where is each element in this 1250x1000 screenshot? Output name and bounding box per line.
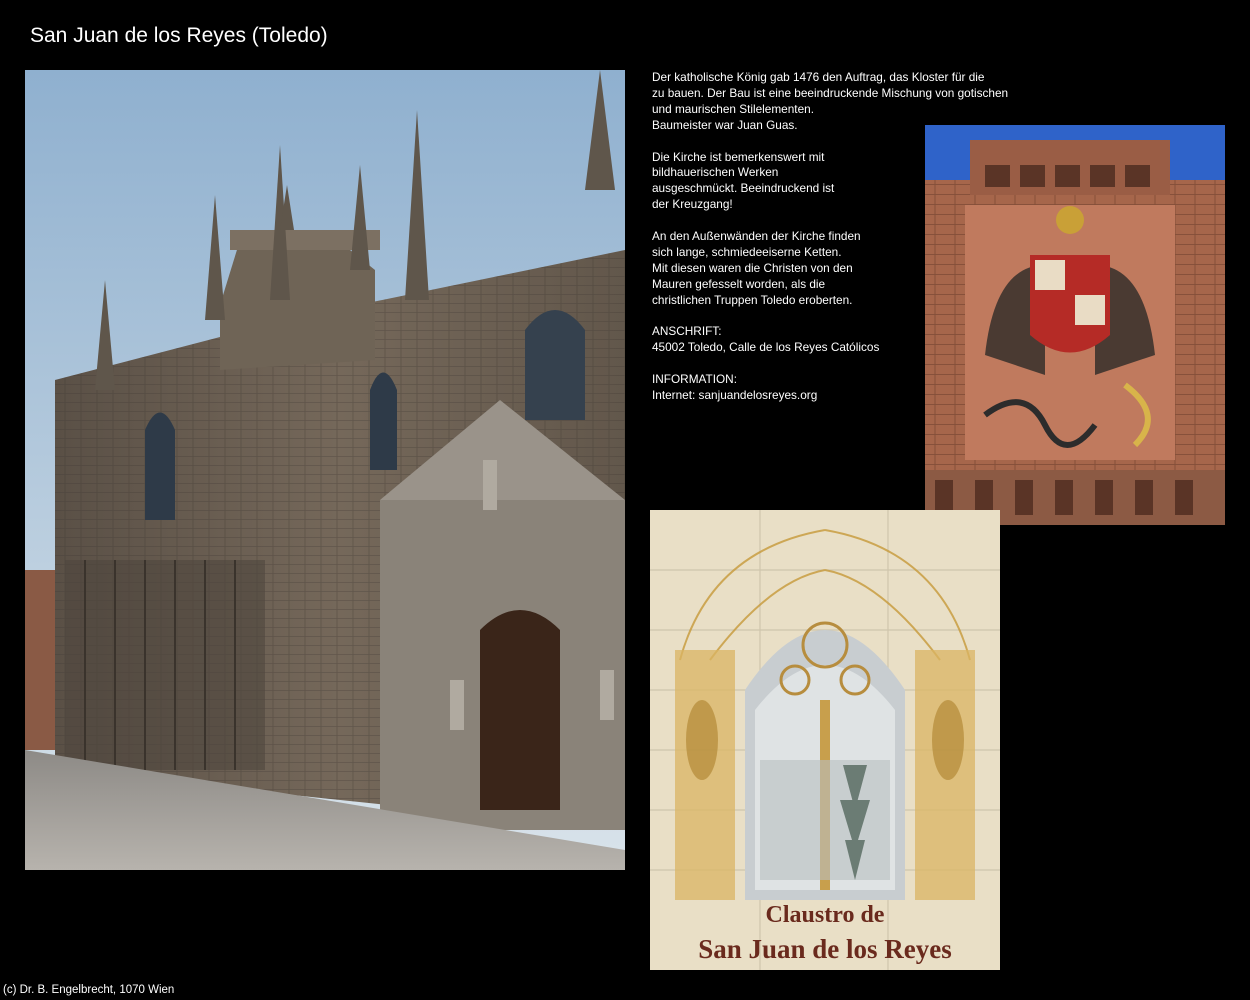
tile-caption-line2: San Juan de los Reyes [698,934,952,964]
copyright-footer: (c) Dr. B. Engelbrecht, 1070 Wien [3,984,175,996]
tile-caption-line1: Claustro de [766,902,885,928]
church-facade-photo [25,70,625,870]
tile-panel-photo: Claustro de San Juan de los Reyes [650,510,1000,970]
page-title: San Juan de los Reyes (Toledo) [30,24,328,47]
coat-of-arms-photo [925,125,1225,525]
